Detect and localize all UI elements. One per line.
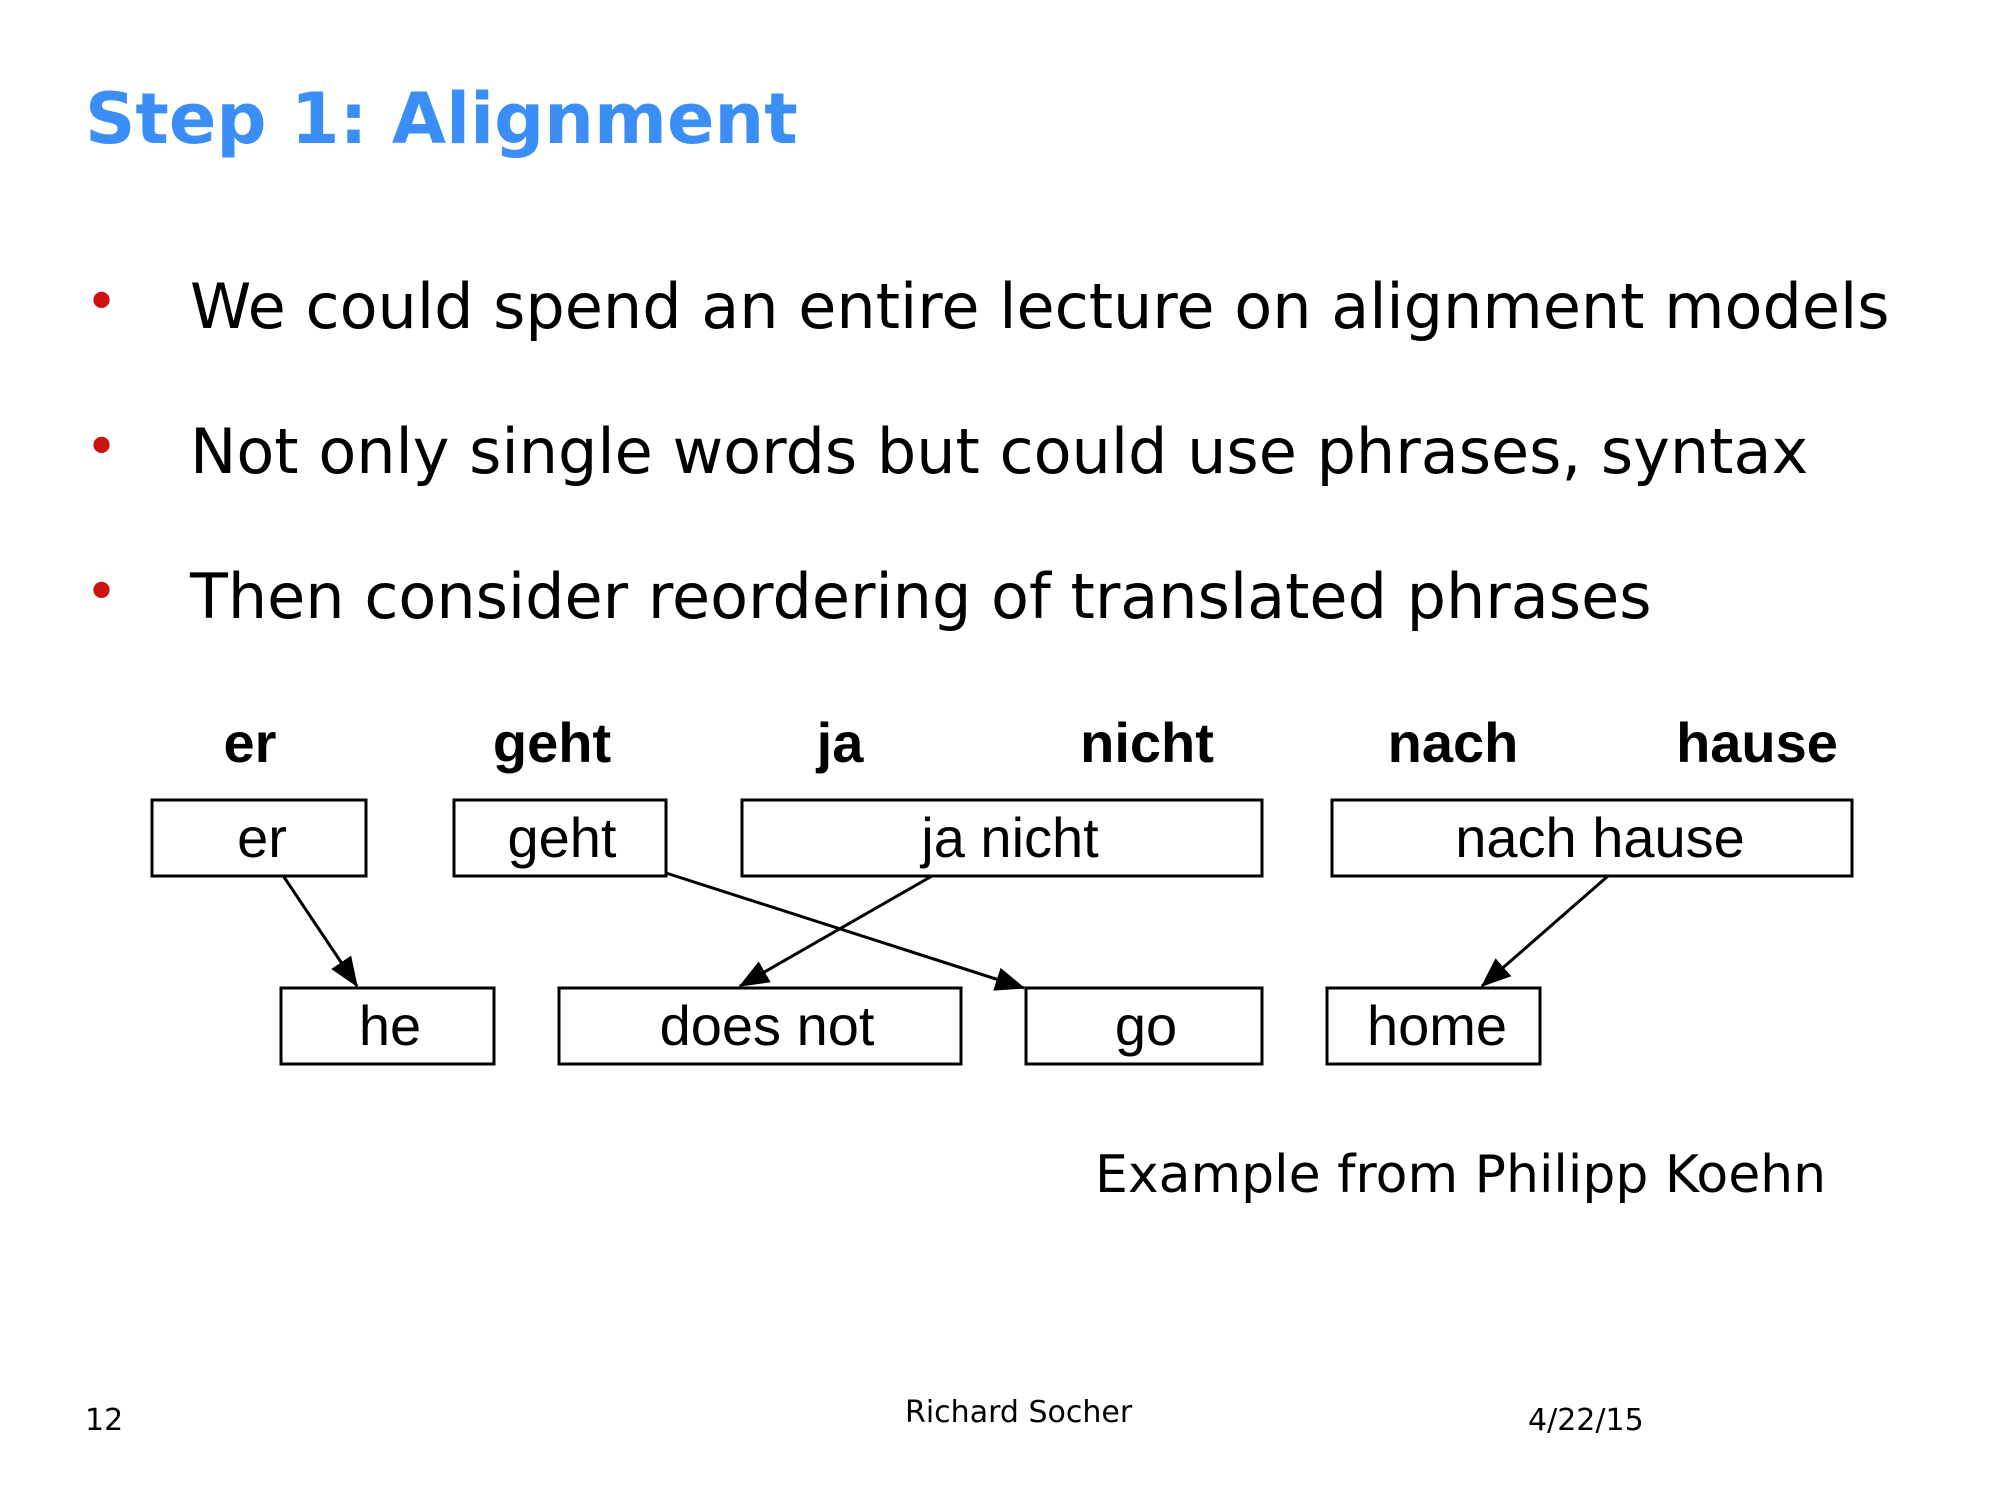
source-phrase-box: ja nicht: [740, 798, 1264, 878]
target-phrase-label: home: [1367, 994, 1507, 1057]
source-phrase-label: ja nicht: [919, 806, 1099, 869]
alignment-arrows: [282, 871, 1609, 991]
source-phrase-label: nach hause: [1455, 806, 1745, 869]
example-credit: Example from Philipp Koehn: [1095, 1145, 1827, 1205]
target-phrase-label: he: [359, 994, 421, 1057]
alignment-diagram: er geht ja nicht nach hause er geht ja n…: [150, 711, 1854, 1066]
footer-date: 4/22/15: [1528, 1403, 1644, 1438]
target-phrase-row: he does not go home: [279, 986, 1542, 1066]
source-phrase-label: geht: [508, 806, 617, 869]
page-number: 12: [85, 1403, 124, 1438]
source-word-row: er geht ja nicht nach hause: [224, 711, 1838, 774]
source-word: ja: [816, 711, 865, 774]
source-phrase-box: nach hause: [1330, 798, 1854, 878]
source-phrase-box: er: [150, 798, 368, 878]
source-phrase-row: er geht ja nicht nach hause: [150, 798, 1854, 878]
source-word: nicht: [1080, 711, 1214, 774]
source-phrase-label: er: [237, 806, 287, 869]
source-word: er: [224, 711, 277, 774]
source-word: nach: [1388, 711, 1519, 774]
target-phrase-box: home: [1325, 986, 1542, 1066]
alignment-arrow: [1480, 874, 1609, 988]
footer-author: Richard Socher: [905, 1395, 1133, 1430]
target-phrase-box: go: [1024, 986, 1264, 1066]
target-phrase-box: does not: [557, 986, 963, 1066]
source-phrase-box: geht: [452, 798, 668, 878]
alignment-arrow: [665, 871, 1026, 991]
target-phrase-label: does not: [660, 994, 875, 1057]
alignment-arrow: [738, 874, 933, 988]
source-word: geht: [493, 711, 611, 774]
source-word: hause: [1676, 711, 1838, 774]
target-phrase-label: go: [1115, 994, 1177, 1057]
alignment-arrow: [282, 876, 359, 988]
target-phrase-box: he: [279, 986, 496, 1066]
